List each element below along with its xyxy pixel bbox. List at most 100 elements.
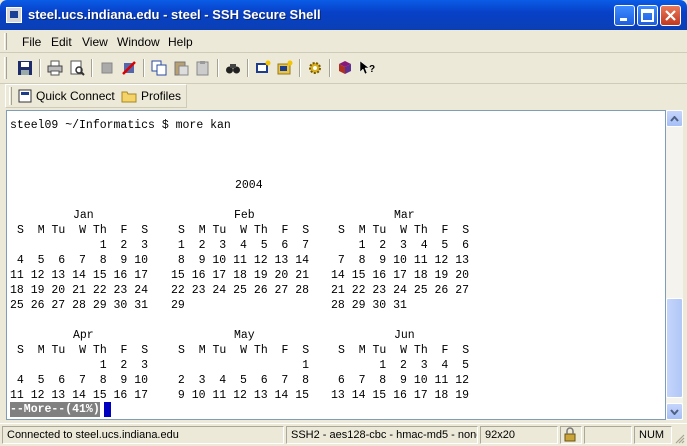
- month-name: Jun: [394, 329, 415, 342]
- link-bar-grip[interactable]: [9, 87, 12, 105]
- title-bar[interactable]: steel.ucs.indiana.edu - steel - SSH Secu…: [0, 0, 687, 30]
- calendar-month: Feb S M Tu W Th F S 1 2 3 4 5 6 7 8 9 10…: [171, 208, 321, 313]
- blank-status: [584, 426, 632, 444]
- save-icon: [18, 61, 32, 75]
- calendar-week: 9 10 11 12 13 14 15: [171, 389, 310, 402]
- calendar-week: 28 29 30 31: [331, 299, 407, 312]
- calendar-week: 29: [171, 299, 185, 312]
- calendar-month: Apr S M Tu W Th F S 1 2 3 4 5 6 7 8 9 10…: [10, 328, 160, 403]
- new-file-transfer-button[interactable]: [275, 58, 295, 78]
- close-button[interactable]: [660, 5, 681, 26]
- status-bar: Connected to steel.ucs.indiana.edu SSH2 …: [0, 423, 687, 446]
- resize-grip-icon[interactable]: [675, 434, 685, 444]
- menu-view[interactable]: View: [82, 35, 108, 49]
- ssh-app-icon[interactable]: [6, 7, 22, 23]
- menu-file[interactable]: File: [22, 35, 41, 49]
- calendar-week: 1 2 3 4 5: [331, 359, 470, 372]
- connection-status: Connected to steel.ucs.indiana.edu: [2, 426, 284, 444]
- link-bar: Quick Connect Profiles: [0, 83, 687, 109]
- calendar-year: 2004: [235, 179, 263, 192]
- terminal-area[interactable]: steel09 ~/Informatics $ more kan 2004 Ja…: [6, 110, 666, 420]
- menu-window[interactable]: Window: [117, 35, 160, 49]
- link-group: Quick Connect Profiles: [5, 84, 187, 108]
- calendar-week: 4 5 6 7 8 9 10: [10, 374, 149, 387]
- disconnect-button[interactable]: [119, 58, 139, 78]
- minimize-icon: [620, 18, 627, 21]
- calendar-week: 13 14 15 16 17 18 19: [331, 389, 470, 402]
- find-icon: [226, 64, 240, 74]
- calendar-week: 1: [171, 359, 310, 372]
- copy-icon: [151, 60, 167, 76]
- disconnect-icon: [122, 61, 136, 75]
- lock-icon: [564, 427, 576, 442]
- new-terminal-button[interactable]: [253, 58, 273, 78]
- terminal-prompt-line: steel09 ~/Informatics $ more kan: [10, 119, 231, 132]
- calendar-week: 14 15 16 17 18 19 20: [331, 269, 470, 282]
- print-preview-button[interactable]: [67, 58, 87, 78]
- settings-button[interactable]: [305, 58, 325, 78]
- calendar-week: 1 2 3 4 5 6 7: [171, 239, 310, 252]
- profiles-label: Profiles: [141, 89, 182, 103]
- cipher-status: SSH2 - aes128-cbc - hmac-md5 - none: [286, 426, 478, 444]
- find-button[interactable]: [223, 58, 243, 78]
- profiles-button[interactable]: Profiles: [121, 89, 181, 103]
- month-name: Mar: [394, 209, 415, 222]
- quick-connect-button[interactable]: Quick Connect: [18, 89, 115, 103]
- calendar-week: 6 7 8 9 10 11 12: [331, 374, 470, 387]
- context-help-icon: ?: [359, 60, 375, 75]
- calendar-month: Jan S M Tu W Th F S 1 2 3 4 5 6 7 8 9 10…: [10, 208, 160, 313]
- toolbar-separator: [143, 59, 145, 77]
- help-book-icon: [339, 61, 351, 74]
- minimize-button[interactable]: [614, 5, 635, 26]
- toolbar-separator: [217, 59, 219, 77]
- calendar-week: 25 26 27 28 29 30 31: [10, 299, 149, 312]
- terminal-cursor: [104, 402, 111, 417]
- paste-alt-button[interactable]: [193, 58, 213, 78]
- month-name: Feb: [234, 209, 255, 222]
- calendar-week: 8 9 10 11 12 13 14: [171, 254, 310, 267]
- calendar-month: May S M Tu W Th F S 1 2 3 4 5 6 7 8 9 10…: [171, 328, 321, 403]
- month-name: Apr: [73, 329, 94, 342]
- connect-icon: [101, 62, 113, 74]
- window-title: steel.ucs.indiana.edu - steel - SSH Secu…: [28, 7, 321, 22]
- toolbar-grip[interactable]: [4, 57, 7, 79]
- lock-status: [560, 426, 582, 444]
- menu-bar-grip[interactable]: [4, 33, 7, 50]
- calendar-week: 7 8 9 10 11 12 13: [331, 254, 470, 267]
- paste-icon: [174, 61, 189, 76]
- menu-edit[interactable]: Edit: [51, 35, 72, 49]
- calendar-week: 2 3 4 5 6 7 8: [171, 374, 310, 387]
- maximize-button[interactable]: [637, 5, 658, 26]
- quick-connect-icon: [18, 89, 32, 103]
- close-icon: [665, 10, 676, 21]
- svg-text:?: ?: [369, 64, 375, 75]
- weekday-header: S M Tu W Th F S: [178, 224, 310, 237]
- print-button[interactable]: [45, 58, 65, 78]
- help-topics-button[interactable]: [335, 58, 355, 78]
- copy-button[interactable]: [149, 58, 169, 78]
- calendar-month: Jun S M Tu W Th F S 1 2 3 4 5 6 7 8 9 10…: [331, 328, 481, 403]
- month-name: May: [234, 329, 255, 342]
- calendar-week: 1 2 3: [10, 359, 149, 372]
- calendar-week: 1 2 3 4 5 6: [331, 239, 470, 252]
- save-button[interactable]: [15, 58, 35, 78]
- paste-button[interactable]: [171, 58, 191, 78]
- menu-help[interactable]: Help: [168, 35, 193, 49]
- weekday-header: S M Tu W Th F S: [17, 224, 149, 237]
- chevron-up-icon: [670, 115, 679, 122]
- toolbar-separator: [39, 59, 41, 77]
- scroll-down-button[interactable]: [666, 403, 683, 420]
- toolbar: ?: [0, 53, 687, 84]
- paste-alt-icon: [196, 61, 209, 76]
- scroll-thumb[interactable]: [666, 298, 683, 398]
- new-file-transfer-icon: [277, 60, 293, 75]
- calendar-month: Mar S M Tu W Th F S 1 2 3 4 5 6 7 8 9 10…: [331, 208, 481, 313]
- calendar-week: 1 2 3: [10, 239, 149, 252]
- vertical-scrollbar[interactable]: [666, 110, 683, 420]
- scroll-up-button[interactable]: [666, 110, 683, 127]
- calendar-week: 15 16 17 18 19 20 21: [171, 269, 310, 282]
- context-help-button[interactable]: ?: [357, 58, 377, 78]
- toolbar-separator: [299, 59, 301, 77]
- connect-button[interactable]: [97, 58, 117, 78]
- calendar-week: 18 19 20 21 22 23 24: [10, 284, 149, 297]
